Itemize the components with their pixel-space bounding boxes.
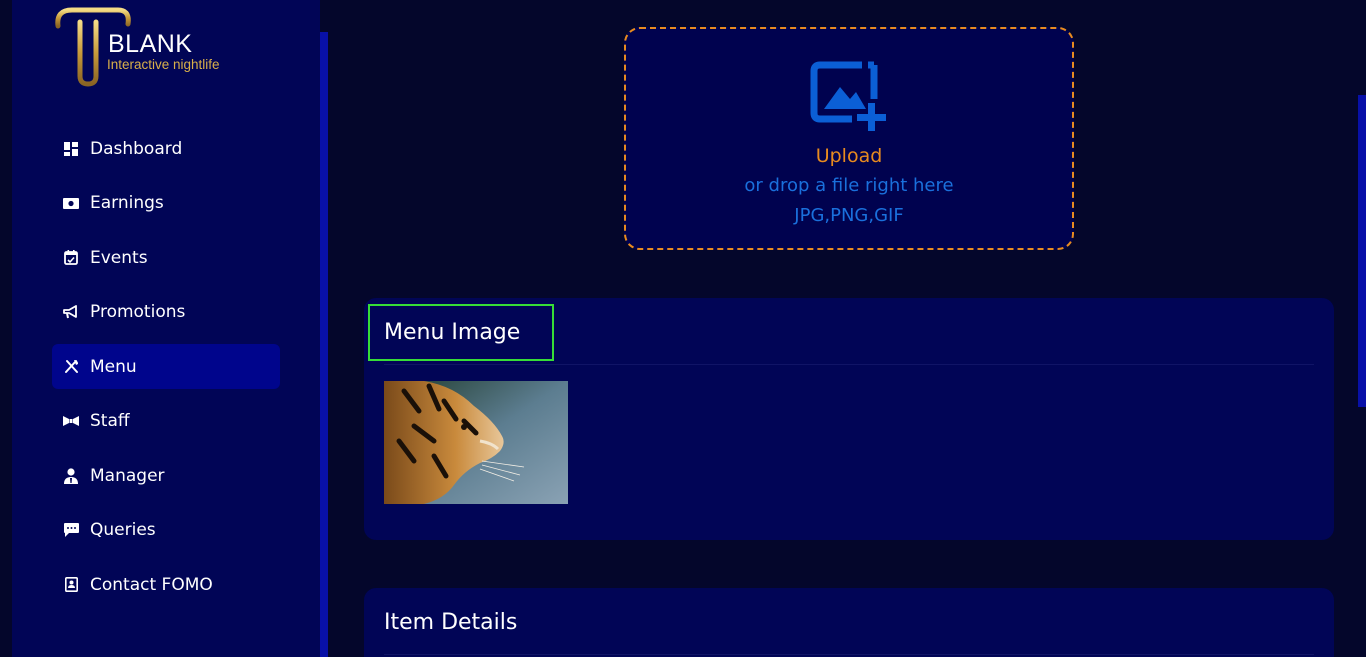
sidebar-scrollbar[interactable] — [320, 32, 328, 657]
add-image-icon — [810, 59, 890, 139]
brand-tagline: Interactive nightlife — [107, 57, 220, 72]
sidebar-item-label: Staff — [90, 411, 130, 431]
sidebar-item-label: Earnings — [90, 193, 164, 213]
sidebar-item-label: Promotions — [90, 302, 186, 322]
dashboard-icon — [62, 141, 80, 157]
megaphone-icon — [62, 304, 80, 320]
bowtie-icon — [62, 413, 80, 429]
money-icon — [62, 195, 80, 211]
app-root: BLANK Interactive nightlife Dashboard Ea… — [0, 0, 1366, 657]
menu-image-thumbnail[interactable] — [384, 381, 568, 504]
sidebar-item-contact-fomo[interactable]: Contact FOMO — [52, 562, 280, 607]
divider — [384, 654, 1314, 655]
divider — [384, 364, 1314, 365]
sidebar-item-queries[interactable]: Queries — [52, 508, 280, 553]
sidebar-item-label: Contact FOMO — [90, 574, 213, 595]
user-tie-icon — [62, 467, 80, 484]
menu-image-card: Menu Image — [364, 298, 1334, 540]
brand-logo[interactable]: BLANK Interactive nightlife — [52, 4, 272, 94]
upload-dropzone[interactable]: Upload or drop a file right here JPG,PNG… — [624, 27, 1074, 250]
chat-icon — [62, 522, 80, 538]
item-details-title: Item Details — [384, 610, 518, 635]
sidebar-item-menu[interactable]: Menu — [52, 344, 280, 389]
contact-book-icon — [62, 577, 80, 593]
sidebar-item-label: Events — [90, 247, 148, 268]
sidebar-item-dashboard[interactable]: Dashboard — [52, 126, 280, 171]
item-details-card: Item Details — [364, 588, 1334, 657]
sidebar-nav: Dashboard Earnings Events Promotions Men… — [52, 126, 280, 617]
sidebar-item-label: Menu — [90, 356, 137, 377]
upload-subtitle: or drop a file right here — [744, 175, 954, 196]
sidebar-item-earnings[interactable]: Earnings — [52, 181, 280, 226]
sidebar-item-promotions[interactable]: Promotions — [52, 290, 280, 335]
sidebar-item-label: Queries — [90, 520, 156, 540]
sidebar-item-label: Manager — [90, 465, 165, 486]
sidebar-item-staff[interactable]: Staff — [52, 399, 280, 444]
utensils-icon — [62, 359, 80, 375]
brand-name: BLANK — [108, 30, 193, 58]
main-scrollbar[interactable] — [1358, 95, 1366, 407]
sidebar-item-label: Dashboard — [90, 138, 183, 159]
sidebar: BLANK Interactive nightlife Dashboard Ea… — [12, 0, 320, 657]
calendar-icon — [62, 250, 80, 266]
selection-highlight — [368, 304, 554, 361]
sidebar-item-manager[interactable]: Manager — [52, 453, 280, 498]
upload-title[interactable]: Upload — [626, 145, 1072, 167]
sidebar-item-events[interactable]: Events — [52, 235, 280, 280]
upload-file-types: JPG,PNG,GIF — [794, 205, 904, 226]
